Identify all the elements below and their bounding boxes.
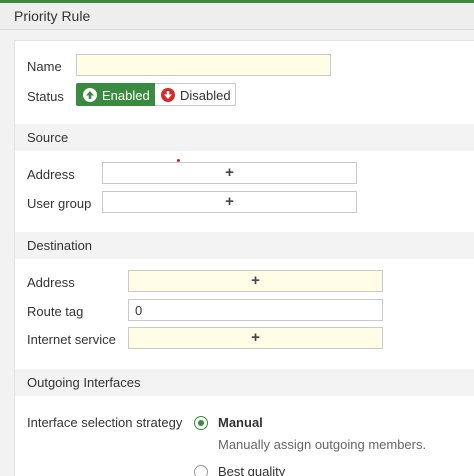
page-header: Priority Rule <box>0 3 474 30</box>
outgoing-section-header: Outgoing Interfaces <box>15 369 474 396</box>
source-address-input[interactable]: + <box>102 162 357 184</box>
radio-manual[interactable] <box>194 416 208 430</box>
plus-icon: + <box>251 329 260 346</box>
route-tag-value: 0 <box>135 303 143 318</box>
status-disabled-button[interactable]: Disabled <box>155 83 236 106</box>
form-panel: Name Status Enabled Disabled Source Addr… <box>14 40 474 476</box>
source-user-group-input[interactable]: + <box>102 191 357 213</box>
plus-icon: + <box>225 193 234 210</box>
plus-icon: + <box>251 272 260 289</box>
internet-service-label: Internet service <box>27 332 116 347</box>
source-section-header: Source <box>15 124 474 151</box>
outgoing-heading: Outgoing Interfaces <box>27 375 141 390</box>
internet-service-input[interactable]: + <box>128 327 383 349</box>
arrow-down-circle-icon <box>161 88 175 102</box>
option-best-quality-label: Best quality <box>218 464 286 476</box>
destination-heading: Destination <box>27 238 93 253</box>
source-address-label: Address <box>27 167 75 182</box>
route-tag-label: Route tag <box>27 304 84 319</box>
source-user-group-label: User group <box>27 196 92 211</box>
source-heading: Source <box>27 130 69 145</box>
destination-address-label: Address <box>27 275 75 290</box>
destination-section-header: Destination <box>15 232 474 259</box>
name-label: Name <box>27 59 62 74</box>
status-enabled-button[interactable]: Enabled <box>76 83 155 106</box>
radio-best-quality[interactable] <box>194 465 208 476</box>
destination-address-input[interactable]: + <box>128 270 383 292</box>
name-input[interactable] <box>76 54 331 76</box>
status-disabled-label: Disabled <box>180 88 231 103</box>
page-title: Priority Rule <box>14 8 91 24</box>
strategy-label: Interface selection strategy <box>27 415 183 430</box>
arrow-up-circle-icon <box>83 88 97 102</box>
route-tag-input[interactable]: 0 <box>128 299 383 321</box>
option-manual-description: Manually assign outgoing members. <box>218 437 427 452</box>
status-label: Status <box>27 89 64 104</box>
plus-icon: + <box>225 164 234 181</box>
status-enabled-label: Enabled <box>102 88 150 103</box>
option-manual-label: Manual <box>218 415 263 430</box>
